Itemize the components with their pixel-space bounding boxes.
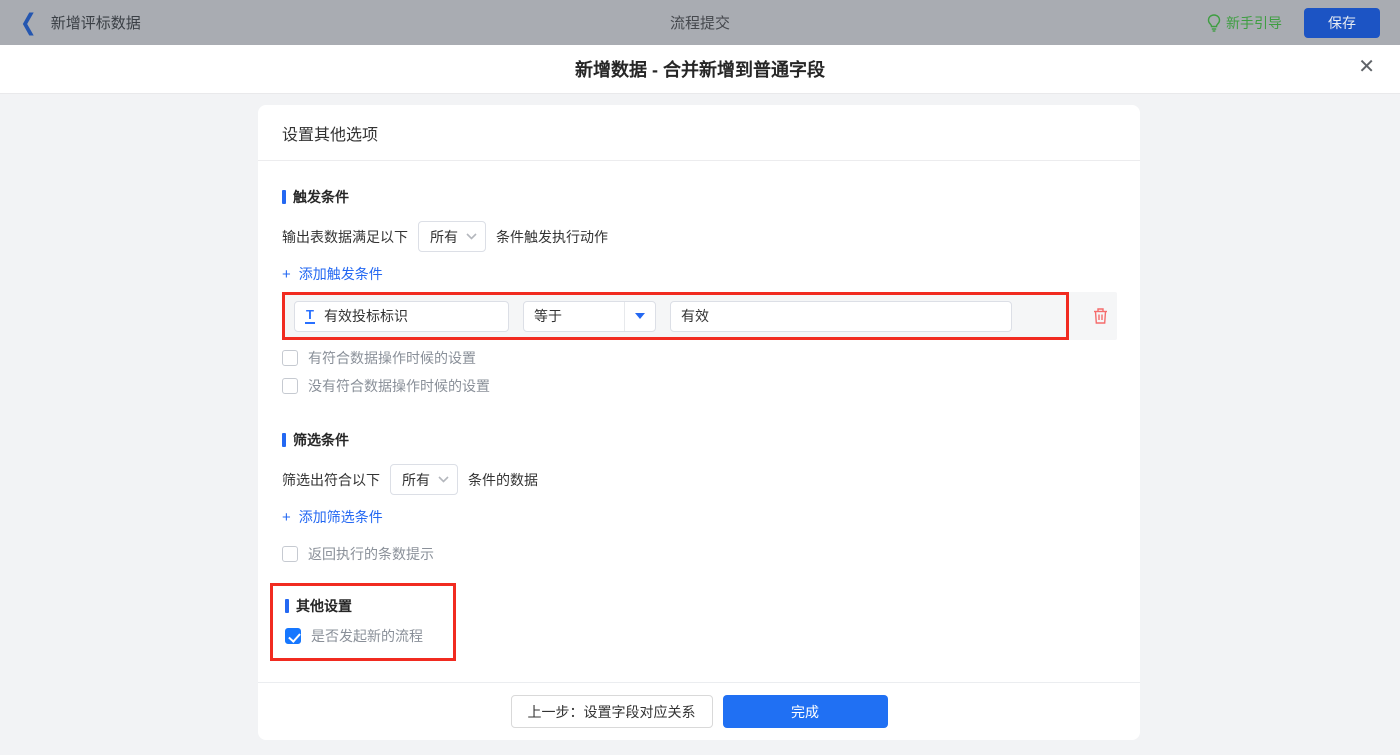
condition-operator-value: 等于 bbox=[524, 306, 624, 326]
section-bar-icon bbox=[282, 433, 286, 447]
card-header: 设置其他选项 bbox=[258, 105, 1140, 161]
trigger-sentence-prefix: 输出表数据满足以下 bbox=[282, 227, 408, 247]
filter-sentence: 筛选出符合以下 所有 条件的数据 bbox=[282, 464, 1116, 495]
plus-icon: + bbox=[282, 510, 291, 525]
condition-value-input[interactable] bbox=[670, 301, 1012, 332]
count-hint-checkbox-row: 返回执行的条数提示 bbox=[282, 544, 1116, 564]
modal-header: 新增数据 - 合并新增到普通字段 ✕ bbox=[0, 45, 1400, 94]
flow-submit-title: 流程提交 bbox=[440, 12, 960, 33]
section-bar-icon bbox=[285, 599, 289, 613]
top-bar: ❮ 新增评标数据 流程提交 新手引导 保存 bbox=[0, 0, 1400, 45]
add-trigger-condition-label: 添加触发条件 bbox=[299, 264, 383, 284]
add-trigger-condition-link[interactable]: + 添加触发条件 bbox=[282, 264, 383, 284]
add-filter-condition-label: 添加筛选条件 bbox=[299, 507, 383, 527]
condition-field-input-wrap: T bbox=[294, 301, 509, 332]
filter-section-title: 筛选条件 bbox=[282, 430, 1116, 450]
condition-field-input[interactable] bbox=[324, 308, 505, 324]
new-flow-checkbox-row: 是否发起新的流程 bbox=[285, 626, 441, 646]
done-button[interactable]: 完成 bbox=[723, 695, 888, 728]
card-footer: 上一步：设置字段对应关系 完成 bbox=[258, 682, 1140, 740]
filter-section-label: 筛选条件 bbox=[293, 430, 349, 450]
no-match-checkbox-row: 没有符合数据操作时候的设置 bbox=[282, 376, 1116, 396]
trigger-match-mode-value: 所有 bbox=[430, 227, 458, 247]
trigger-section-label: 触发条件 bbox=[293, 187, 349, 207]
beginner-guide-label: 新手引导 bbox=[1226, 13, 1282, 33]
has-match-checkbox[interactable] bbox=[282, 350, 298, 366]
filter-sentence-suffix: 条件的数据 bbox=[468, 470, 538, 490]
has-match-checkbox-row: 有符合数据操作时候的设置 bbox=[282, 348, 1116, 368]
delete-condition-icon[interactable] bbox=[1092, 307, 1109, 325]
lightbulb-icon bbox=[1207, 14, 1221, 32]
other-section-label: 其他设置 bbox=[296, 596, 352, 616]
filter-section: 筛选条件 筛选出符合以下 所有 条件的数据 + bbox=[282, 430, 1116, 564]
other-settings-annotation-box: 其他设置 是否发起新的流程 bbox=[270, 583, 456, 661]
text-type-icon: T bbox=[305, 308, 315, 324]
chevron-down-icon bbox=[466, 233, 477, 240]
top-bar-left: ❮ 新增评标数据 bbox=[20, 12, 440, 33]
section-bar-icon bbox=[282, 190, 286, 204]
new-flow-checkbox[interactable] bbox=[285, 628, 301, 644]
no-match-checkbox[interactable] bbox=[282, 378, 298, 394]
filter-sentence-prefix: 筛选出符合以下 bbox=[282, 470, 380, 490]
count-hint-checkbox[interactable] bbox=[282, 546, 298, 562]
options-card: 设置其他选项 触发条件 输出表数据满足以下 所有 条件触发执行动作 bbox=[258, 105, 1140, 740]
caret-down-icon bbox=[624, 302, 655, 331]
trigger-sentence: 输出表数据满足以下 所有 条件触发执行动作 bbox=[282, 221, 1116, 252]
filter-match-mode-select[interactable]: 所有 bbox=[390, 464, 458, 495]
modal-title: 新增数据 - 合并新增到普通字段 bbox=[575, 56, 825, 82]
condition-annotation-box: T 等于 bbox=[282, 292, 1069, 340]
trigger-section-title: 触发条件 bbox=[282, 187, 1116, 207]
modal-body: 设置其他选项 触发条件 输出表数据满足以下 所有 条件触发执行动作 bbox=[0, 94, 1400, 755]
trigger-condition-row: T 等于 bbox=[282, 292, 1117, 340]
back-icon[interactable]: ❮ bbox=[20, 11, 37, 34]
filter-match-mode-value: 所有 bbox=[402, 470, 430, 490]
new-flow-label: 是否发起新的流程 bbox=[311, 626, 423, 646]
page: ❮ 新增评标数据 流程提交 新手引导 保存 新增数据 - 合并新增到普通字段 ✕ bbox=[0, 0, 1400, 755]
count-hint-label: 返回执行的条数提示 bbox=[308, 544, 434, 564]
beginner-guide-link[interactable]: 新手引导 bbox=[1207, 13, 1282, 33]
card-body: 触发条件 输出表数据满足以下 所有 条件触发执行动作 + 添加触发条件 bbox=[258, 161, 1140, 682]
has-match-label: 有符合数据操作时候的设置 bbox=[308, 348, 476, 368]
add-filter-condition-link[interactable]: + 添加筛选条件 bbox=[282, 507, 383, 527]
save-button[interactable]: 保存 bbox=[1304, 8, 1380, 38]
close-icon[interactable]: ✕ bbox=[1358, 57, 1375, 77]
plus-icon: + bbox=[282, 267, 291, 282]
top-bar-right: 新手引导 保存 bbox=[960, 8, 1380, 38]
no-match-label: 没有符合数据操作时候的设置 bbox=[308, 376, 490, 396]
condition-operator-select[interactable]: 等于 bbox=[523, 301, 656, 332]
previous-step-button[interactable]: 上一步：设置字段对应关系 bbox=[511, 695, 713, 728]
trigger-sentence-suffix: 条件触发执行动作 bbox=[496, 227, 608, 247]
trigger-match-mode-select[interactable]: 所有 bbox=[418, 221, 486, 252]
chevron-down-icon bbox=[438, 476, 449, 483]
page-title: 新增评标数据 bbox=[51, 12, 141, 33]
other-section-title: 其他设置 bbox=[285, 596, 441, 616]
